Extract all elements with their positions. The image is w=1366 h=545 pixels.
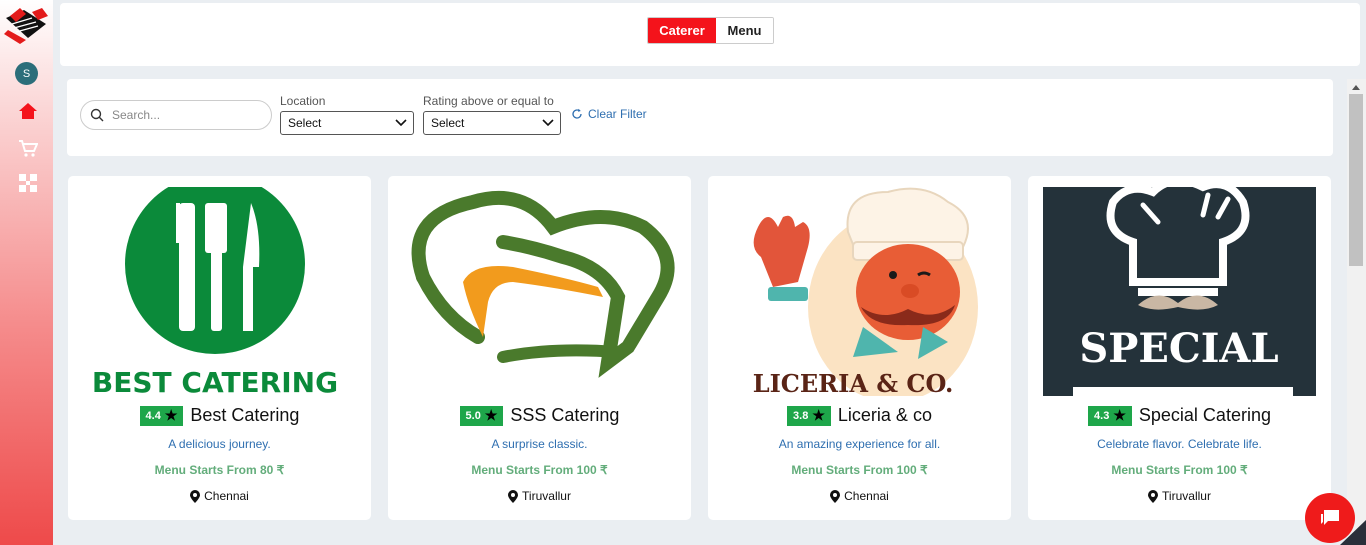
caterer-name: SSS Catering [510, 405, 620, 425]
svg-text:LICERIA & CO.: LICERIA & CO. [753, 369, 954, 396]
grid-icon[interactable] [18, 173, 38, 193]
chevron-down-icon [542, 119, 554, 127]
scroll-up-arrow-icon[interactable] [1352, 85, 1360, 90]
location-pin-icon [1148, 489, 1159, 503]
search-icon [90, 108, 104, 122]
search-input[interactable] [112, 108, 262, 122]
caterer-price: Menu Starts From 100 ₹ [791, 463, 928, 477]
caterer-location: Tiruvallur [388, 489, 691, 503]
caterer-logo: BEST CATERING [83, 187, 356, 396]
caterer-card[interactable]: 5.0 ★ SSS Catering A surprise classic. Me… [388, 176, 691, 520]
caterer-name: Liceria & co [837, 405, 932, 425]
location-pin-icon [830, 489, 841, 503]
logo-icon[interactable] [2, 4, 50, 46]
rating-select-value: Select [431, 116, 465, 130]
caterer-tagline: A delicious journey. [168, 437, 271, 451]
scrollbar[interactable] [1347, 79, 1366, 545]
caterer-name: Best Catering [190, 405, 300, 425]
caterer-tagline: A surprise classic. [491, 437, 588, 451]
caterer-tagline: An amazing experience for all. [778, 437, 941, 451]
caterer-logo: LICERIA & CO. [723, 187, 996, 396]
chat-icon [1321, 510, 1339, 525]
chat-button[interactable] [1305, 493, 1355, 543]
chevron-down-icon [395, 119, 407, 127]
rating-badge: 4.3 ★ [1088, 405, 1132, 426]
rating-badge: 4.4 ★ [139, 405, 184, 426]
rating-badge: 3.8 ★ [787, 405, 831, 426]
refresh-icon [572, 108, 582, 119]
star-icon: ★ [812, 407, 825, 423]
rating-label: Rating above or equal to [423, 94, 554, 108]
location-label: Location [280, 94, 326, 108]
card-title-row: 5.0 ★ SSS Catering [388, 405, 691, 426]
caterer-name: Special Catering [1138, 405, 1271, 425]
scroll-thumb[interactable] [1349, 94, 1363, 266]
avatar[interactable]: S [15, 62, 38, 85]
tab-caterer[interactable]: Caterer [648, 18, 716, 43]
location-select[interactable]: Select [280, 111, 414, 135]
svg-text:BEST CATERING: BEST CATERING [92, 366, 338, 396]
caterer-price: Menu Starts From 100 ₹ [1111, 463, 1248, 477]
view-toggle: Caterer Menu [647, 17, 774, 44]
caterer-logo: SPECIAL [1043, 187, 1316, 396]
location-select-value: Select [288, 116, 322, 130]
caterer-card[interactable]: BEST CATERING 4.4 ★ Best Catering A delic… [68, 176, 371, 520]
caterer-price: Menu Starts From 80 ₹ [154, 463, 285, 477]
caterer-location: Chennai [708, 489, 1011, 503]
caterer-logo [403, 187, 676, 396]
sidebar: S [0, 0, 53, 545]
clear-filter-button[interactable]: Clear Filter [571, 107, 647, 121]
star-icon: ★ [164, 407, 178, 423]
home-icon[interactable] [18, 101, 38, 121]
caterer-tagline: Celebrate flavor. Celebrate life. [1097, 437, 1262, 451]
search-box[interactable] [80, 100, 272, 130]
star-icon: ★ [1113, 407, 1126, 423]
rating-badge: 5.0 ★ [459, 405, 504, 426]
card-title-row: 4.4 ★ Best Catering [68, 405, 371, 426]
filter-bar: Location Select Rating above or equal to… [67, 79, 1333, 156]
star-icon: ★ [484, 407, 498, 423]
card-title-row: 3.8 ★ Liceria & co [708, 405, 1011, 426]
top-bar: Caterer Menu [60, 3, 1360, 66]
location-pin-icon [190, 489, 201, 503]
rating-select[interactable]: Select [423, 111, 561, 135]
caterer-card[interactable]: SPECIAL 4.3 ★ Special Catering Celebrate … [1028, 176, 1331, 520]
card-title-row: 4.3 ★ Special Catering [1028, 405, 1331, 426]
svg-text:SPECIAL: SPECIAL [1079, 325, 1278, 372]
clear-filter-label: Clear Filter [588, 107, 647, 121]
location-pin-icon [508, 489, 519, 503]
tab-menu[interactable]: Menu [716, 18, 773, 43]
caterer-price: Menu Starts From 100 ₹ [471, 463, 608, 477]
caterer-location: Chennai [68, 489, 371, 503]
cart-icon[interactable] [18, 138, 38, 158]
caterer-card[interactable]: LICERIA & CO. 3.8 ★ Liceria & co An amazi… [708, 176, 1011, 520]
caterer-location: Tiruvallur [1028, 489, 1331, 503]
